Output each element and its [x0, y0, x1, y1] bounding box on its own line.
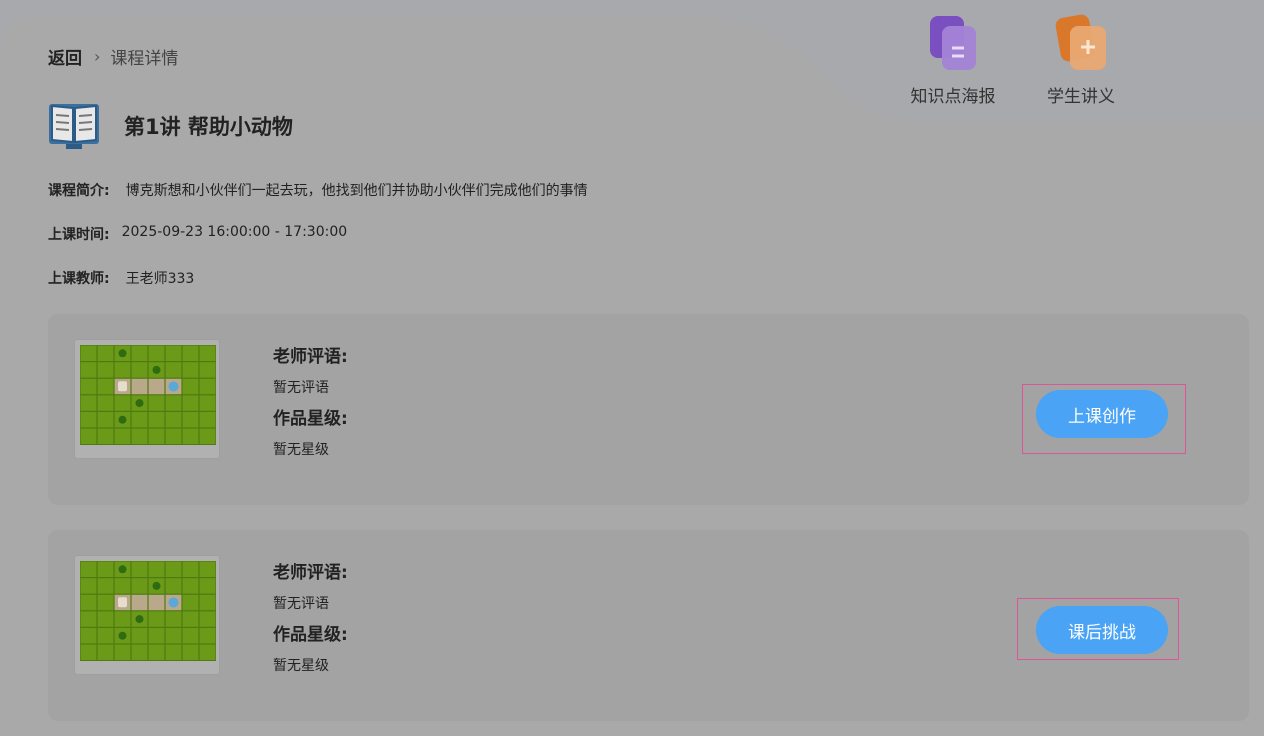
game-map-image [80, 561, 216, 661]
goal-icon [168, 381, 179, 392]
in-class-create-button[interactable]: 上课创作 [1036, 390, 1168, 438]
work-feedback: 老师评语: 暂无评语 作品星级: 暂无星级 [273, 344, 348, 460]
work-thumbnail[interactable] [74, 339, 220, 459]
work-card-in-class: 老师评语: 暂无评语 作品星级: 暂无星级 上课创作 [48, 314, 1249, 505]
tree-icon [135, 615, 144, 624]
teacher-comment-value: 暂无评语 [273, 596, 329, 612]
work-card-after-class: 老师评语: 暂无评语 作品星级: 暂无星级 课后挑战 [48, 530, 1249, 721]
lesson-title: 第1讲 帮助小动物 [124, 115, 293, 139]
handout-document-icon [1055, 14, 1106, 70]
highlight-frame: 课后挑战 [1017, 598, 1179, 660]
course-intro-value: 博克斯想和小伙伴们一起去玩，他找到他们并协助小伙伴们完成他们的事情 [125, 183, 588, 199]
work-feedback: 老师评语: 暂无评语 作品星级: 暂无星级 [273, 560, 348, 676]
course-intro-row: 课程简介: 博克斯想和小伙伴们一起去玩，他找到他们并协助小伙伴们完成他们的事情 [48, 180, 588, 200]
work-thumbnail[interactable] [74, 555, 220, 675]
character-icon [118, 381, 127, 392]
tree-icon [118, 631, 127, 640]
teacher-row: 上课教师: 王老师333 [48, 268, 194, 288]
knowledge-poster-button[interactable]: 知识点海报 [907, 14, 999, 107]
knowledge-poster-label: 知识点海报 [910, 87, 996, 107]
teacher-comment-label: 老师评语: [273, 563, 348, 583]
lesson-header: 第1讲 帮助小动物 [48, 102, 293, 150]
after-class-challenge-button[interactable]: 课后挑战 [1036, 606, 1168, 654]
work-rating-label: 作品星级: [273, 409, 348, 429]
tree-icon [118, 415, 127, 424]
breadcrumb-current: 课程详情 [110, 48, 179, 69]
course-intro-label: 课程简介: [48, 183, 110, 199]
chevron-right-icon: › [94, 46, 101, 66]
character-icon [118, 597, 127, 608]
teacher-comment-label: 老师评语: [273, 347, 348, 367]
teacher-comment-value: 暂无评语 [273, 380, 329, 396]
tree-icon [152, 365, 161, 374]
highlight-frame: 上课创作 [1022, 384, 1186, 454]
tree-icon [152, 581, 161, 590]
work-rating-value: 暂无星级 [273, 658, 329, 674]
work-rating-value: 暂无星级 [273, 442, 329, 458]
tree-icon [135, 399, 144, 408]
back-link[interactable]: 返回 [48, 44, 82, 69]
class-time-row: 上课时间: 2025-09-23 16:00:00 - 17:30:00 [48, 224, 347, 244]
poster-document-icon [930, 16, 976, 70]
tree-icon [118, 349, 127, 358]
teacher-value: 王老师333 [125, 271, 195, 287]
work-rating-label: 作品星级: [273, 625, 348, 645]
teacher-label: 上课教师: [48, 271, 110, 287]
class-time-value: 2025-09-23 16:00:00 - 17:30:00 [121, 224, 348, 240]
book-icon [49, 104, 99, 149]
tree-icon [118, 565, 127, 574]
student-handout-button[interactable]: 学生讲义 [1045, 14, 1117, 107]
student-handout-label: 学生讲义 [1047, 87, 1115, 107]
class-time-label: 上课时间: [48, 227, 110, 243]
breadcrumb: 返回 › 课程详情 [48, 44, 179, 69]
goal-icon [168, 597, 179, 608]
game-map-image [80, 345, 216, 445]
